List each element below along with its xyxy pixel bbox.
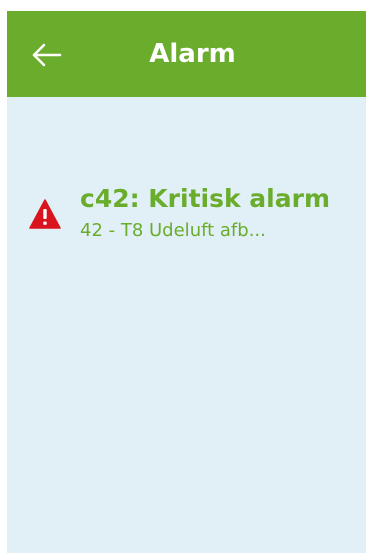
alarm-title: c42: Kritisk alarm [80,184,330,213]
screen: Alarm c42: Kritisk alarm 42 - T8 Udeluft… [7,11,366,553]
header-bar: Alarm [7,11,366,97]
alarm-description: 42 - T8 Udeluft afb... [80,220,266,241]
page-title: Alarm [149,39,236,69]
warning-triangle-icon [29,199,61,229]
alarm-list-item[interactable]: c42: Kritisk alarm 42 - T8 Udeluft afb..… [29,181,359,261]
